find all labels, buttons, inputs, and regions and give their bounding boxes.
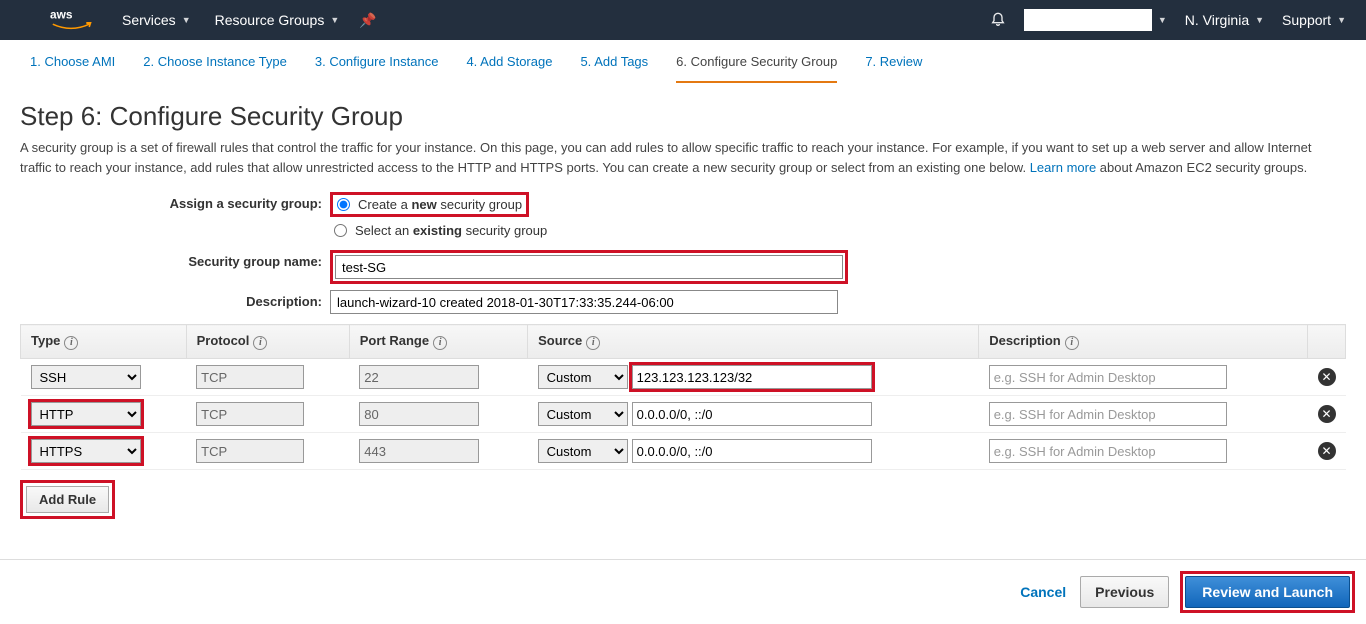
info-icon[interactable]: i <box>586 336 600 350</box>
assign-sg-label: Assign a security group: <box>20 192 330 211</box>
rule-protocol-input <box>196 365 304 389</box>
radio-create-new-sg[interactable] <box>337 198 350 211</box>
rule-protocol-input <box>196 439 304 463</box>
wizard-tab[interactable]: 7. Review <box>865 54 922 83</box>
info-icon[interactable]: i <box>1065 336 1079 350</box>
account-dropdown[interactable] <box>1024 9 1152 31</box>
info-icon[interactable]: i <box>433 336 447 350</box>
nav-right: ▼ N. Virginia ▼ Support ▼ <box>990 9 1346 31</box>
table-row: HTTP Custom ✕ <box>21 396 1346 433</box>
radio-select-existing-sg-label[interactable]: Select an existing security group <box>355 223 547 238</box>
rule-source-mode-select[interactable]: Custom <box>538 402 628 426</box>
wizard-tab[interactable]: 3. Configure Instance <box>315 54 439 83</box>
cancel-link[interactable]: Cancel <box>1020 584 1066 600</box>
remove-rule-icon[interactable]: ✕ <box>1318 442 1336 460</box>
support-menu[interactable]: Support ▼ <box>1282 12 1346 28</box>
page-desc-post: about Amazon EC2 security groups. <box>1096 160 1307 175</box>
nav-services-label: Services <box>122 12 176 28</box>
page-title: Step 6: Configure Security Group <box>20 101 1346 132</box>
pin-icon[interactable]: 📌 <box>359 12 376 29</box>
rule-port-input <box>359 439 479 463</box>
rule-port-input <box>359 365 479 389</box>
nav-resource-groups[interactable]: Resource Groups ▼ <box>215 12 340 28</box>
learn-more-link[interactable]: Learn more <box>1030 160 1096 175</box>
caret-down-icon: ▼ <box>330 15 339 25</box>
rule-port-input <box>359 402 479 426</box>
review-and-launch-button[interactable]: Review and Launch <box>1185 576 1350 608</box>
nav-resource-groups-label: Resource Groups <box>215 12 325 28</box>
table-row: SSH Custom ✕ <box>21 359 1346 396</box>
remove-rule-icon[interactable]: ✕ <box>1318 405 1336 423</box>
wizard-tab[interactable]: 2. Choose Instance Type <box>143 54 287 83</box>
sg-desc-label: Description: <box>20 290 330 309</box>
rule-type-select[interactable]: SSH <box>31 365 141 389</box>
th-port-range: Port Rangei <box>349 325 527 359</box>
th-type: Typei <box>21 325 187 359</box>
rule-source-input[interactable] <box>632 439 872 463</box>
aws-logo[interactable]: aws <box>50 7 92 33</box>
wizard-tab[interactable]: 6. Configure Security Group <box>676 54 837 83</box>
sg-desc-input[interactable] <box>330 290 838 314</box>
th-description: Descriptioni <box>979 325 1308 359</box>
page-description: A security group is a set of firewall ru… <box>20 138 1346 178</box>
caret-down-icon: ▼ <box>1255 15 1264 25</box>
radio-select-existing-sg[interactable] <box>334 224 347 237</box>
wizard-tab[interactable]: 1. Choose AMI <box>30 54 115 83</box>
table-row: HTTPS Custom ✕ <box>21 433 1346 470</box>
previous-button[interactable]: Previous <box>1080 576 1169 608</box>
region-selector[interactable]: N. Virginia ▼ <box>1185 12 1264 28</box>
add-rule-button[interactable]: Add Rule <box>26 486 109 513</box>
rule-source-mode-select[interactable]: Custom <box>538 439 628 463</box>
rule-protocol-input <box>196 402 304 426</box>
rule-description-input[interactable] <box>989 439 1227 463</box>
region-label: N. Virginia <box>1185 12 1249 28</box>
nav-services[interactable]: Services ▼ <box>122 12 191 28</box>
rule-source-input[interactable] <box>632 365 872 389</box>
sg-name-input[interactable] <box>335 255 843 279</box>
th-protocol: Protocoli <box>186 325 349 359</box>
rule-description-input[interactable] <box>989 365 1227 389</box>
sg-name-label: Security group name: <box>20 250 330 269</box>
wizard-tab[interactable]: 4. Add Storage <box>466 54 552 83</box>
wizard-tab[interactable]: 5. Add Tags <box>580 54 648 83</box>
info-icon[interactable]: i <box>253 336 267 350</box>
svg-text:aws: aws <box>50 8 73 22</box>
remove-rule-icon[interactable]: ✕ <box>1318 368 1336 386</box>
rule-description-input[interactable] <box>989 402 1227 426</box>
caret-down-icon: ▼ <box>182 15 191 25</box>
th-source: Sourcei <box>528 325 979 359</box>
wizard-tabs: 1. Choose AMI 2. Choose Instance Type 3. C… <box>0 40 1366 83</box>
caret-down-icon: ▼ <box>1158 15 1167 25</box>
wizard-footer: Cancel Previous Review and Launch <box>0 559 1366 624</box>
top-nav: aws Services ▼ Resource Groups ▼ 📌 ▼ N. … <box>0 0 1366 40</box>
radio-create-new-sg-label[interactable]: Create a new security group <box>358 197 522 212</box>
rule-type-select[interactable]: HTTPS <box>31 439 141 463</box>
support-label: Support <box>1282 12 1331 28</box>
rule-source-mode-select[interactable]: Custom <box>538 365 628 389</box>
radio-select-existing-sg-wrap: Select an existing security group <box>330 221 1346 240</box>
radio-create-new-sg-wrap: Create a new security group <box>330 192 529 217</box>
info-icon[interactable]: i <box>64 336 78 350</box>
rule-source-input[interactable] <box>632 402 872 426</box>
caret-down-icon: ▼ <box>1337 15 1346 25</box>
security-rules-table: Typei Protocoli Port Rangei Sourcei Desc… <box>20 324 1346 470</box>
rule-type-select[interactable]: HTTP <box>31 402 141 426</box>
bell-icon[interactable] <box>990 10 1006 31</box>
